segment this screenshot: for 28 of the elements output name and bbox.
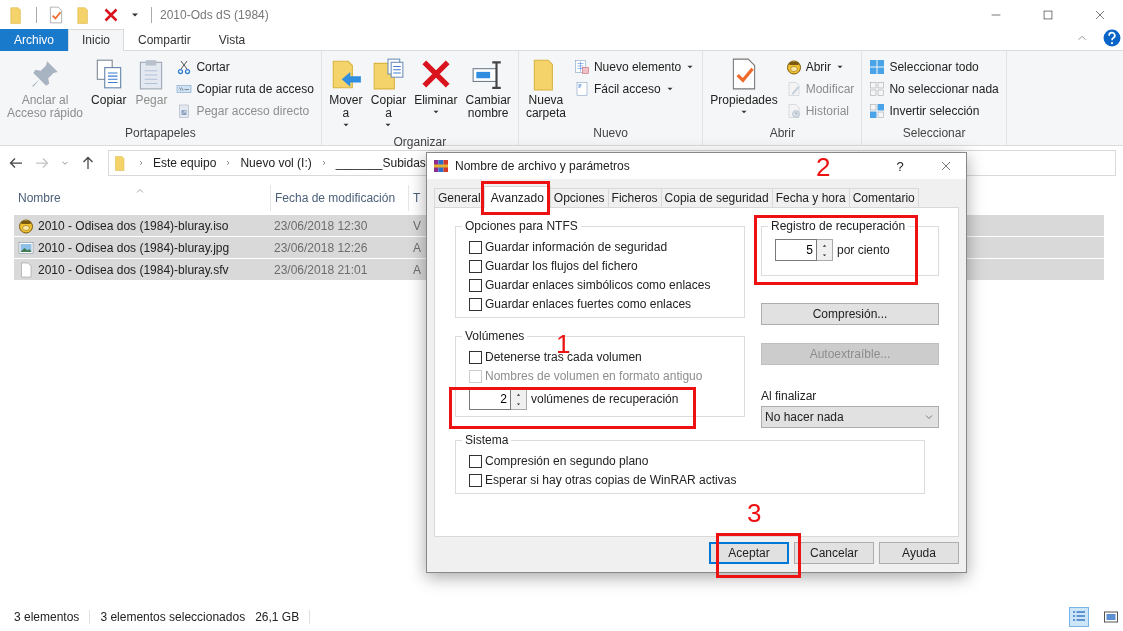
item-count: 3 elementos bbox=[14, 610, 80, 624]
group-label: Seleccionar bbox=[901, 125, 967, 142]
group-title: Opciones para NTFS bbox=[462, 219, 581, 233]
annotation-number: 2 bbox=[816, 156, 831, 178]
table-cell: V bbox=[413, 218, 421, 233]
field-label: por ciento bbox=[837, 243, 890, 257]
modified-date: 23/06/2018 12:26 bbox=[274, 240, 368, 255]
group-label: Organizar bbox=[392, 134, 448, 151]
selection-size: 26,1 GB bbox=[255, 610, 300, 624]
group-label: Portapapeles bbox=[124, 125, 197, 142]
group-title: Sistema bbox=[462, 433, 512, 447]
modified-date: 23/06/2018 12:30 bbox=[274, 218, 368, 233]
file-name: 2010 - Odisea dos (1984)-bluray.iso bbox=[38, 218, 229, 233]
file-name: 2010 - Odisea dos (1984)-bluray.sfv bbox=[38, 262, 229, 277]
annotation-number: 1 bbox=[556, 333, 571, 355]
window-title: 2010-Ods dS (1984) bbox=[160, 8, 270, 22]
selection-count: 3 elementos seleccionados bbox=[100, 610, 246, 624]
file-name: 2010 - Odisea dos (1984)-bluray.jpg bbox=[38, 240, 230, 255]
modified-date: 23/06/2018 21:01 bbox=[274, 262, 368, 277]
field-label: volúmenes de recuperación bbox=[531, 392, 679, 406]
table-cell: A bbox=[413, 240, 421, 255]
field-label: Al finalizar bbox=[761, 389, 818, 403]
annotation-number: 3 bbox=[747, 502, 762, 524]
group-label: Nuevo bbox=[592, 125, 629, 142]
dialog-title: Nombre de archivo y parámetros bbox=[455, 159, 630, 173]
table-cell: A bbox=[413, 262, 421, 277]
group-title: Volúmenes bbox=[462, 329, 528, 343]
group-label: Abrir bbox=[768, 125, 796, 142]
